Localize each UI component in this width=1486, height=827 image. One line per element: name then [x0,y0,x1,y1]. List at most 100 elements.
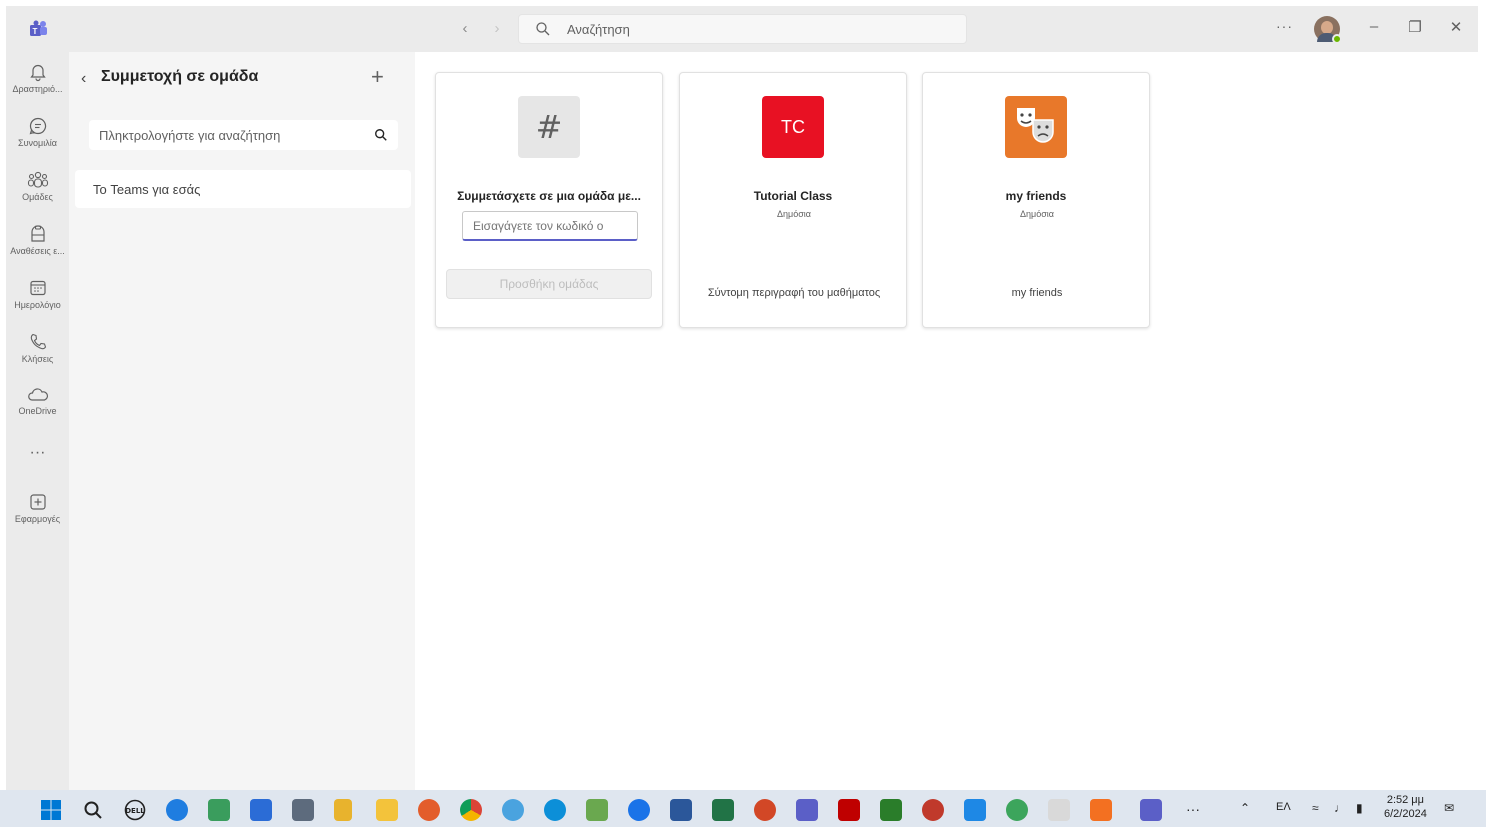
panel-title: Συμμετοχή σε ομάδα [101,68,259,85]
minimize-icon[interactable]: – [1364,18,1384,35]
rail-item-teams[interactable]: Ομάδες [6,170,69,222]
team-avatar-tile: TC [762,96,824,158]
team-card-tutorial-class[interactable]: TC Tutorial Class Δημόσια Σύντομη περιγρ… [679,72,907,328]
phone-icon [30,333,46,350]
file-explorer-icon[interactable] [376,799,398,821]
rail-label: OneDrive [18,406,57,416]
app-green-circle-icon[interactable] [1006,799,1028,821]
rail-item-activity[interactable]: Δραστηριό... [6,62,69,114]
app-chart-icon[interactable] [586,799,608,821]
battery-icon[interactable]: ▮ [1356,801,1363,815]
dell-icon[interactable]: DELL [124,799,146,821]
taskbar-overflow-icon[interactable]: ··· [1186,801,1200,817]
title-bar: T ‹ › Αναζήτηση ··· – ❐ ✕ [6,6,1478,52]
profile-avatar[interactable] [1314,16,1342,44]
app-support-icon[interactable] [166,799,188,821]
restore-icon[interactable]: ❐ [1405,18,1425,36]
rail-label: Εφαρμογές [14,514,61,524]
team-initials: TC [781,116,805,137]
team-description: Σύντομη περιγραφή του μαθήματος [707,287,881,299]
app-document-icon[interactable] [1048,799,1070,821]
svg-text:T: T [33,27,38,36]
calculator-icon[interactable] [250,799,272,821]
app-star-icon[interactable] [922,799,944,821]
notifications-icon[interactable]: ✉ [1444,801,1454,815]
more-apps-button[interactable]: ··· [6,444,69,462]
back-chevron-icon[interactable]: ‹ [81,70,86,88]
join-card-title: Συμμετάσχετε σε μια ομάδα με... [457,189,641,203]
global-search-box[interactable]: Αναζήτηση [518,14,967,44]
rail-label: Συνομιλία [18,138,57,148]
teams-for-you-item[interactable]: Το Teams για εσάς [75,170,411,208]
search-icon[interactable] [374,128,388,142]
chat-icon [29,117,46,135]
forward-arrow-icon[interactable]: › [488,20,506,37]
rail-label: Αναθέσεις ε... [10,246,65,256]
app-circle-icon[interactable] [502,799,524,821]
search-icon [536,22,550,36]
app-orange-icon[interactable] [1090,799,1112,821]
team-description: my friends [1011,287,1063,299]
rail-item-chat[interactable]: Συνομιλία [6,116,69,168]
team-code-input[interactable] [462,211,638,241]
teams-logo-icon[interactable]: T [28,20,48,38]
assignments-icon [30,225,45,242]
search-icon[interactable] [82,799,104,821]
rail-item-calls[interactable]: Κλήσεις [6,332,69,384]
app-sync-icon[interactable] [628,799,650,821]
panel-search-input[interactable]: Πληκτρολογήστε για αναζήτηση [89,120,398,150]
join-with-code-card: # Συμμετάσχετε σε μια ομάδα με... Προσθή… [435,72,663,328]
excel-icon[interactable] [712,799,734,821]
create-team-plus-icon[interactable]: + [371,64,384,90]
search-placeholder: Αναζήτηση [567,22,630,37]
theater-masks-icon [1005,96,1067,158]
join-team-panel: ‹ Συμμετοχή σε ομάδα + Πληκτρολογήστε γι… [69,52,414,790]
clock-date: 6/2/2024 [1384,808,1427,820]
clock[interactable]: 2:52 μμ 6/2/2024 [1384,793,1427,821]
rail-label: Κλήσεις [21,354,54,364]
apps-add-icon [29,494,46,510]
dreamweaver-icon[interactable] [880,799,902,821]
edge-icon[interactable] [544,799,566,821]
close-icon[interactable]: ✕ [1446,18,1466,36]
rail-item-onedrive[interactable]: OneDrive [6,386,69,438]
app-rail: Δραστηριό... Συνομιλία Ομάδες Αναθέσεις … [6,52,69,790]
team-name: Tutorial Class [753,189,833,203]
tray-chevron-up-icon[interactable]: ⌃ [1240,801,1250,815]
team-privacy: Δημόσια [1020,209,1054,219]
team-card-my-friends[interactable]: my friends Δημόσια my friends [922,72,1150,328]
windows-taskbar: DELL ··· ⌃ ΕΛ ≈ ♩ ▮ 2:52 μμ 6/2/2024 ✉ [0,790,1486,827]
app-grid-icon[interactable] [292,799,314,821]
wifi-icon[interactable]: ≈ [1312,801,1319,815]
team-name: my friends [1005,189,1067,203]
back-arrow-icon[interactable]: ‹ [456,20,474,37]
panel-item-label: Το Teams για εσάς [93,182,201,197]
vscode-icon[interactable] [964,799,986,821]
teams-icon [27,171,48,188]
teams-new-icon[interactable] [1140,799,1162,821]
join-team-button[interactable]: Προσθήκη ομάδας [446,269,652,299]
rail-item-assignments[interactable]: Αναθέσεις ε... [6,224,69,276]
chrome-icon[interactable] [460,799,482,821]
filezilla-icon[interactable] [838,799,860,821]
teams-classic-icon[interactable] [796,799,818,821]
svg-text:DELL: DELL [125,807,145,815]
word-icon[interactable] [670,799,692,821]
powerpoint-icon[interactable] [754,799,776,821]
bell-icon [29,64,46,82]
presence-available-icon [1332,34,1342,44]
hash-icon: # [518,96,580,158]
app-maps-icon[interactable] [208,799,230,821]
snipping-tool-icon[interactable] [334,799,352,821]
keyboard-language[interactable]: ΕΛ [1276,801,1291,813]
teams-window: T ‹ › Αναζήτηση ··· – ❐ ✕ Δραστηριό... Σ… [6,6,1478,790]
rail-label: Δραστηριό... [12,84,63,94]
clock-time: 2:52 μμ [1386,794,1424,806]
windows-start-icon[interactable] [40,799,62,821]
firefox-icon[interactable] [418,799,440,821]
rail-item-calendar[interactable]: Ημερολόγιο [6,278,69,330]
settings-more-button[interactable]: ··· [1276,18,1293,34]
volume-icon[interactable]: ♩ [1334,801,1346,815]
rail-item-apps[interactable]: Εφαρμογές [6,492,69,544]
calendar-icon [29,280,46,296]
